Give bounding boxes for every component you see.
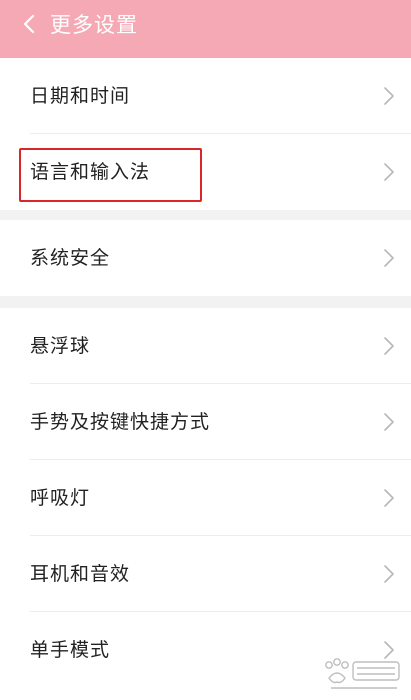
title-bar: 更多设置 [0, 0, 411, 58]
setting-item-label: 语言和输入法 [30, 161, 151, 183]
setting-item-headphones-audio[interactable]: 耳机和音效 [0, 536, 411, 612]
settings-group-1: 日期和时间 语言和输入法 [0, 58, 411, 210]
settings-group-2: 系统安全 [0, 220, 411, 296]
setting-item-label: 单手模式 [30, 639, 111, 661]
setting-item-gesture-shortcuts[interactable]: 手势及按键快捷方式 [0, 384, 411, 460]
setting-item-breathing-light[interactable]: 呼吸灯 [0, 460, 411, 536]
chevron-left-icon [23, 14, 35, 34]
page-title: 更多设置 [50, 13, 138, 37]
setting-item-one-hand-mode[interactable]: 单手模式 [0, 612, 411, 688]
setting-item-system-security[interactable]: 系统安全 [0, 220, 411, 296]
chevron-right-icon [384, 565, 394, 583]
settings-screen: 更多设置 日期和时间 语言和输入法 系统安全 悬浮球 手势及按键快捷方式 呼吸灯… [0, 0, 411, 700]
chevron-right-icon [384, 413, 394, 431]
chevron-right-icon [384, 163, 394, 181]
chevron-right-icon [384, 249, 394, 267]
setting-item-date-time[interactable]: 日期和时间 [0, 58, 411, 134]
setting-item-label: 耳机和音效 [30, 563, 131, 585]
settings-group-3: 悬浮球 手势及按键快捷方式 呼吸灯 耳机和音效 单手模式 [0, 308, 411, 688]
setting-item-language-input[interactable]: 语言和输入法 [0, 134, 411, 210]
chevron-right-icon [384, 337, 394, 355]
setting-item-label: 手势及按键快捷方式 [30, 411, 211, 433]
chevron-right-icon [384, 641, 394, 659]
section-gap [0, 296, 411, 308]
section-gap [0, 210, 411, 220]
setting-item-label: 日期和时间 [30, 85, 131, 107]
setting-item-label: 悬浮球 [30, 335, 91, 357]
chevron-right-icon [384, 87, 394, 105]
setting-item-floating-ball[interactable]: 悬浮球 [0, 308, 411, 384]
back-button[interactable] [14, 9, 44, 39]
chevron-right-icon [384, 489, 394, 507]
setting-item-label: 呼吸灯 [30, 487, 91, 509]
setting-item-label: 系统安全 [30, 247, 111, 269]
